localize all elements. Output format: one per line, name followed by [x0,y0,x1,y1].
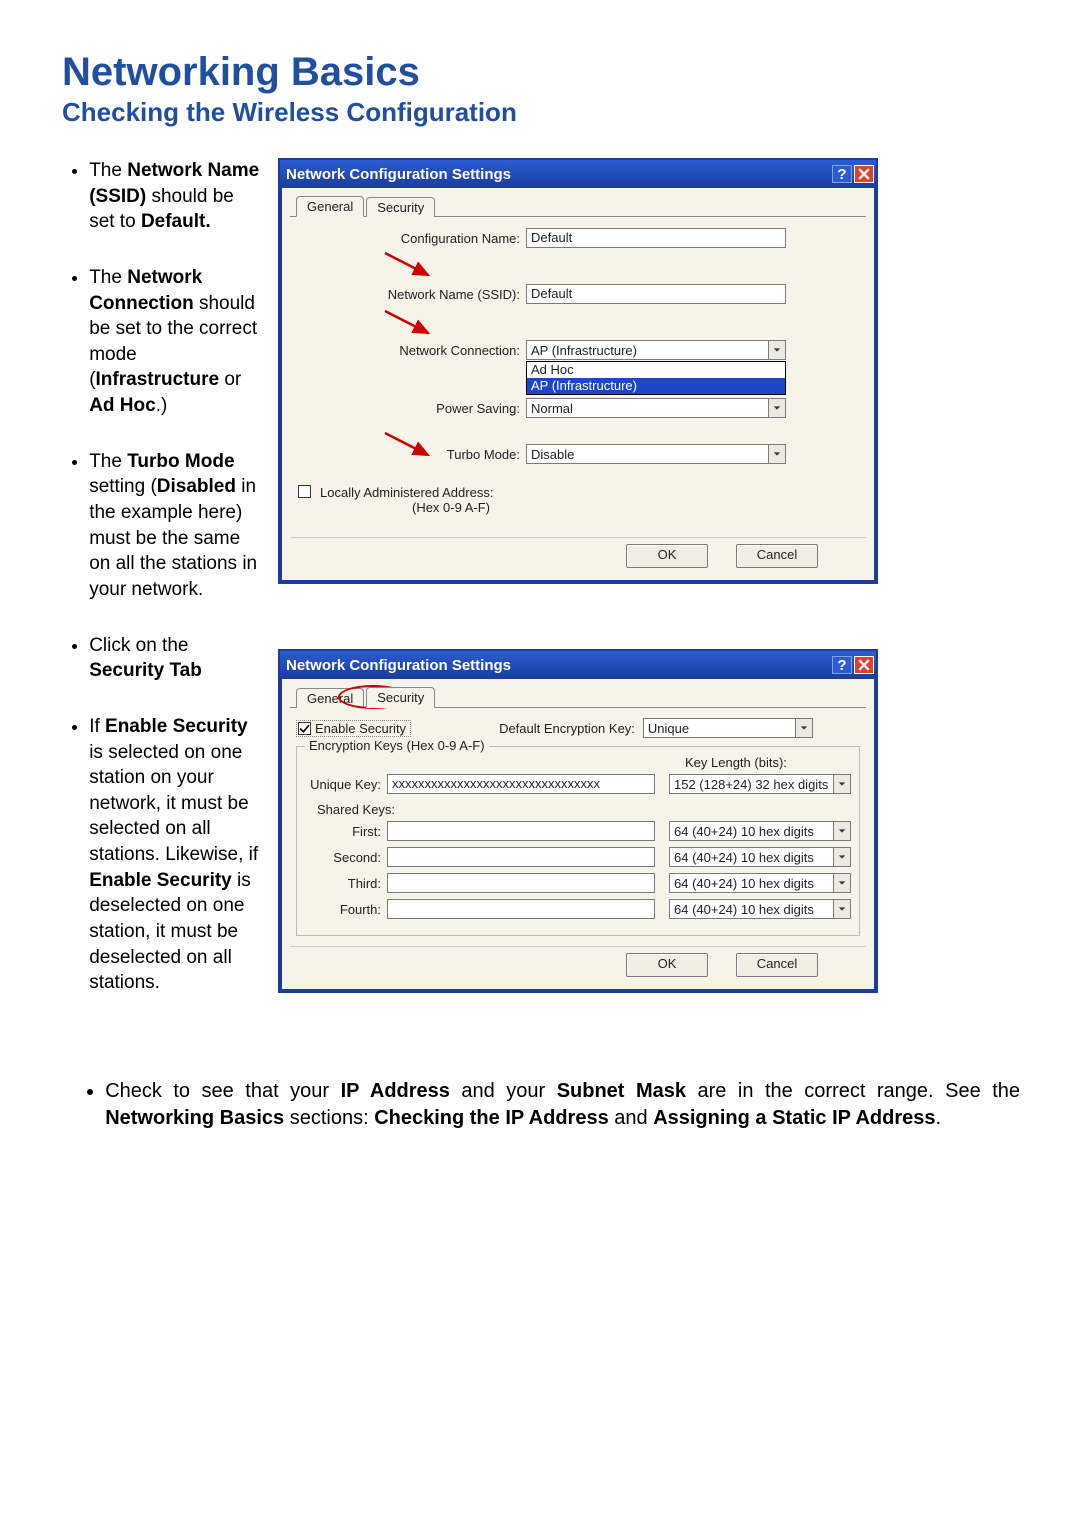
label-second-key: Second: [305,850,387,865]
label-config-name: Configuration Name: [290,231,526,246]
select-third-key-length[interactable]: 64 (40+24) 10 hex digits [669,873,851,893]
label-unique-key: Unique Key: [305,777,387,792]
label-shared-keys: Shared Keys: [317,802,851,817]
input-ssid[interactable]: Default [526,284,786,304]
help-icon[interactable]: ? [832,165,852,183]
bottom-paragraph: Check to see that your IP Address and yo… [70,1078,1020,1132]
chevron-down-icon [833,900,850,918]
label-turbo-mode: Turbo Mode: [290,447,526,462]
label-third-key: Third: [305,876,387,891]
dropdown-connection-options[interactable]: Ad Hoc AP (Infrastructure) [526,361,786,395]
checkmark-icon [298,722,311,735]
ok-button[interactable]: OK [626,544,708,568]
input-third-key[interactable] [387,873,655,893]
select-first-key-length[interactable]: 64 (40+24) 10 hex digits [669,821,851,841]
label-fourth-key: Fourth: [305,902,387,917]
label-laa: Locally Administered Address: [320,485,493,500]
cancel-button[interactable]: Cancel [736,544,818,568]
label-laa-hex: (Hex 0-9 A-F) [320,500,490,515]
label-power-saving: Power Saving: [290,401,526,416]
chevron-down-icon [833,848,850,866]
tabs-security-dialog: General Security [290,685,866,708]
bullet-turbo: The Turbo Mode setting (Disabled in the … [89,449,260,603]
label-first-key: First: [305,824,387,839]
cancel-button[interactable]: Cancel [736,953,818,977]
chevron-down-icon [833,775,850,793]
tab-general[interactable]: General [296,688,364,708]
close-icon[interactable] [854,656,874,674]
bullet-connection: The Network Connection should be set to … [89,265,260,419]
label-connection: Network Connection: [290,343,526,358]
dialog-security: Network Configuration Settings ? General… [278,649,878,993]
select-connection[interactable]: AP (Infrastructure) [526,340,786,360]
option-ap-infrastructure[interactable]: AP (Infrastructure) [527,378,785,394]
input-second-key[interactable] [387,847,655,867]
option-ad-hoc[interactable]: Ad Hoc [527,362,785,378]
help-icon[interactable]: ? [832,656,852,674]
dialog-general: Network Configuration Settings ? General… [278,158,878,584]
tab-security[interactable]: Security [366,687,435,708]
right-column: Network Configuration Settings ? General… [278,158,1020,1058]
input-first-key[interactable] [387,821,655,841]
dialog-security-titlebar: Network Configuration Settings ? [280,651,876,679]
tab-general[interactable]: General [296,196,364,217]
tab-security[interactable]: Security [366,197,435,217]
select-second-key-length[interactable]: 64 (40+24) 10 hex digits [669,847,851,867]
select-fourth-key-length[interactable]: 64 (40+24) 10 hex digits [669,899,851,919]
select-turbo-mode[interactable]: Disable [526,444,786,464]
header-key-length: Key Length (bits): [685,755,851,770]
chevron-down-icon [833,874,850,892]
chevron-down-icon [795,719,812,737]
close-icon[interactable] [854,165,874,183]
input-config-name[interactable]: Default [526,228,786,248]
bullet-security-tab: Click on the Security Tab [89,633,260,684]
chevron-down-icon [768,341,785,359]
checkbox-enable-security[interactable]: Enable Security [296,720,411,737]
checkbox-laa[interactable] [298,485,311,498]
select-power-saving[interactable]: Normal [526,398,786,418]
ok-button[interactable]: OK [626,953,708,977]
legend-encryption-keys: Encryption Keys (Hex 0-9 A-F) [305,738,489,753]
left-column: The Network Name (SSID) should be set to… [70,158,260,1058]
bullet-ip-subnet: Check to see that your IP Address and yo… [105,1078,1020,1132]
dialog-security-title: Network Configuration Settings [286,657,511,674]
input-fourth-key[interactable] [387,899,655,919]
tabs-general-dialog: General Security [290,194,866,217]
bullet-ssid: The Network Name (SSID) should be set to… [89,158,260,235]
chevron-down-icon [768,399,785,417]
page-title-sub: Checking the Wireless Configuration [62,97,1020,128]
chevron-down-icon [833,822,850,840]
page-title-main: Networking Basics [62,50,1020,95]
label-ssid: Network Name (SSID): [290,287,526,302]
input-unique-key[interactable]: xxxxxxxxxxxxxxxxxxxxxxxxxxxxxxxx [387,774,655,794]
dialog-general-titlebar: Network Configuration Settings ? [280,160,876,188]
fieldset-encryption-keys: Encryption Keys (Hex 0-9 A-F) Key Length… [296,746,860,936]
chevron-down-icon [768,445,785,463]
dialog-general-title: Network Configuration Settings [286,166,511,183]
bullet-enable-security: If Enable Security is selected on one st… [89,714,260,996]
select-unique-key-length[interactable]: 152 (128+24) 32 hex digits [669,774,851,794]
select-default-encryption-key[interactable]: Unique [643,718,813,738]
label-default-encryption-key: Default Encryption Key: [499,721,635,736]
